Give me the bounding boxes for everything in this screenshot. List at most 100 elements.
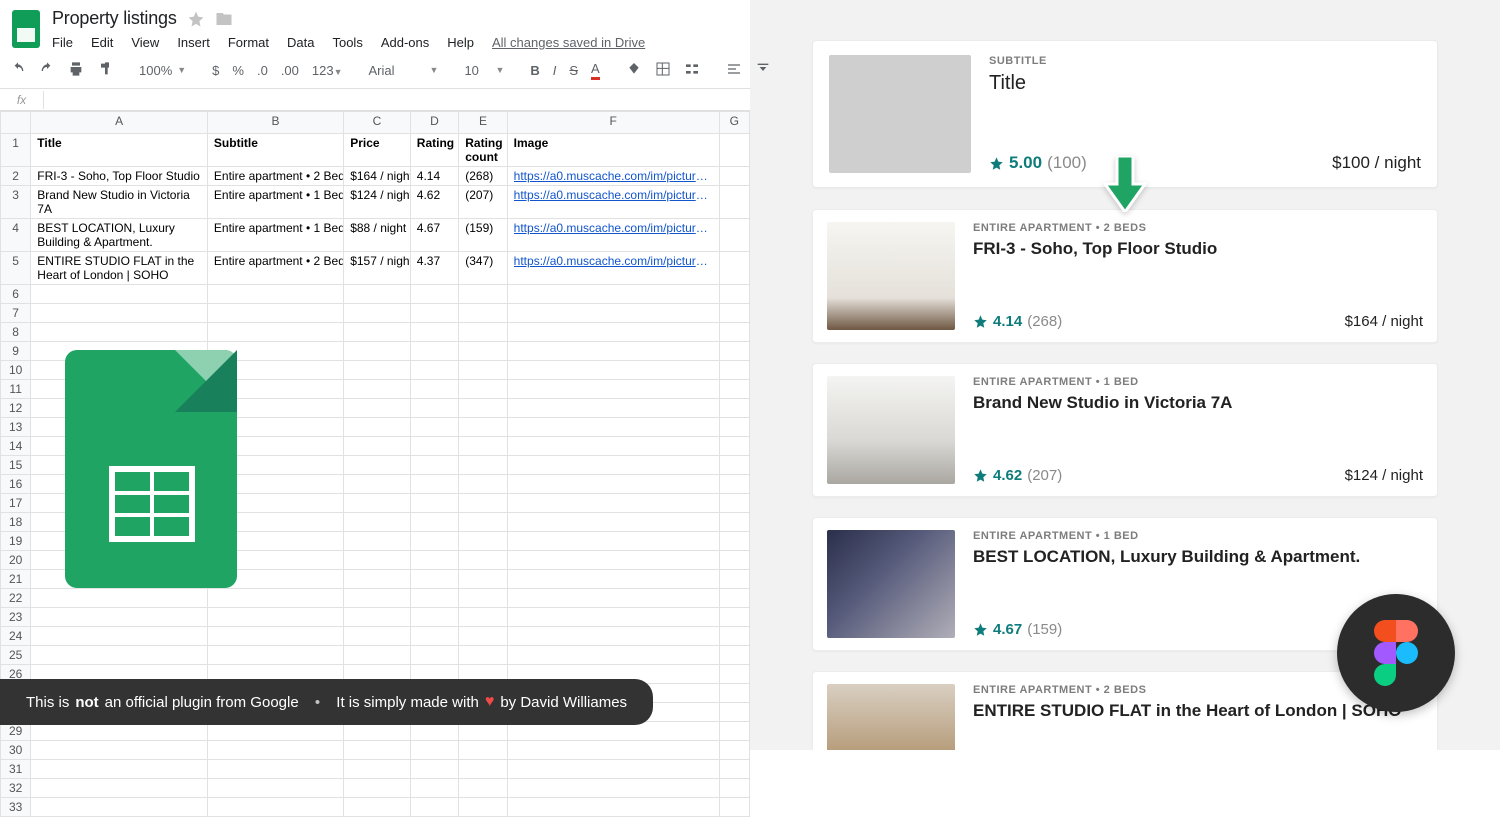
cell[interactable] (344, 418, 411, 437)
cell[interactable] (719, 684, 749, 703)
row-header[interactable]: 10 (1, 361, 31, 380)
cell[interactable]: https://a0.muscache.com/im/pictures/4399… (507, 167, 719, 186)
cell[interactable] (31, 741, 208, 760)
cell[interactable]: ENTIRE STUDIO FLAT in the Heart of Londo… (31, 252, 208, 285)
cell[interactable] (507, 551, 719, 570)
cell[interactable] (507, 285, 719, 304)
cell[interactable] (719, 779, 749, 798)
cell[interactable] (459, 342, 507, 361)
cell[interactable] (31, 798, 208, 817)
cell[interactable] (507, 361, 719, 380)
cell[interactable] (344, 494, 411, 513)
row-header[interactable]: 20 (1, 551, 31, 570)
cell[interactable] (459, 475, 507, 494)
cell[interactable] (31, 760, 208, 779)
cell[interactable] (719, 513, 749, 532)
decrease-decimal-icon[interactable]: .0 (257, 63, 268, 78)
more-formats[interactable]: 123▼ (312, 63, 343, 78)
col-header[interactable]: A (31, 112, 208, 134)
cell[interactable] (719, 570, 749, 589)
cell[interactable] (207, 779, 343, 798)
cell[interactable] (459, 589, 507, 608)
cell[interactable]: https://a0.muscache.com/im/pictures/4274… (507, 219, 719, 252)
cell[interactable] (719, 418, 749, 437)
row-header[interactable]: 15 (1, 456, 31, 475)
col-header[interactable]: F (507, 112, 719, 134)
cell[interactable] (31, 646, 208, 665)
cell[interactable] (719, 646, 749, 665)
cell[interactable] (719, 627, 749, 646)
cell[interactable] (410, 437, 458, 456)
cell[interactable] (207, 589, 343, 608)
cell[interactable] (719, 399, 749, 418)
cell[interactable] (410, 285, 458, 304)
row-header[interactable]: 22 (1, 589, 31, 608)
document-title[interactable]: Property listings (52, 8, 177, 29)
cell[interactable] (344, 380, 411, 399)
cell[interactable] (719, 252, 749, 285)
cell[interactable] (344, 342, 411, 361)
cell[interactable] (31, 589, 208, 608)
col-header[interactable]: D (410, 112, 458, 134)
cell[interactable] (507, 380, 719, 399)
cell[interactable]: $157 / night (344, 252, 411, 285)
cell[interactable] (410, 475, 458, 494)
cell[interactable] (507, 418, 719, 437)
strikethrough-icon[interactable]: S (569, 63, 578, 78)
cell[interactable]: https://a0.muscache.com/im/pictures/6934… (507, 186, 719, 219)
cell[interactable] (459, 456, 507, 475)
cell[interactable] (344, 627, 411, 646)
cell[interactable] (410, 798, 458, 817)
cell[interactable] (719, 798, 749, 817)
cell[interactable] (507, 570, 719, 589)
fill-color-icon[interactable] (626, 61, 642, 80)
cell[interactable] (507, 494, 719, 513)
cell[interactable]: https://a0.muscache.com/im/pictures/5688… (507, 252, 719, 285)
menu-file[interactable]: File (52, 35, 73, 50)
cell[interactable] (507, 342, 719, 361)
cell[interactable]: (159) (459, 219, 507, 252)
cell[interactable] (410, 760, 458, 779)
cell[interactable] (719, 703, 749, 722)
currency-format-icon[interactable]: $ (212, 63, 219, 78)
cell[interactable] (719, 134, 749, 167)
listing-card[interactable]: ENTIRE APARTMENT • 2 BEDS ENTIRE STUDIO … (812, 671, 1438, 750)
cell[interactable]: (268) (459, 167, 507, 186)
menu-addons[interactable]: Add-ons (381, 35, 429, 50)
cell[interactable] (507, 399, 719, 418)
cell[interactable] (719, 219, 749, 252)
row-header[interactable]: 14 (1, 437, 31, 456)
cell[interactable] (410, 380, 458, 399)
cell[interactable] (410, 361, 458, 380)
cell[interactable] (410, 551, 458, 570)
col-header[interactable]: C (344, 112, 411, 134)
cell[interactable] (719, 494, 749, 513)
cell[interactable] (344, 437, 411, 456)
row-header[interactable]: 3 (1, 186, 31, 219)
star-icon[interactable] (187, 10, 205, 28)
cell[interactable] (344, 589, 411, 608)
row-header[interactable]: 25 (1, 646, 31, 665)
cell[interactable]: $164 / night (344, 167, 411, 186)
cell[interactable]: Rating count (459, 134, 507, 167)
row-header[interactable]: 8 (1, 323, 31, 342)
cell[interactable] (410, 456, 458, 475)
cell[interactable] (410, 532, 458, 551)
cell[interactable] (459, 304, 507, 323)
cell[interactable] (410, 646, 458, 665)
row-header[interactable]: 16 (1, 475, 31, 494)
cell[interactable] (207, 304, 343, 323)
row-header[interactable]: 13 (1, 418, 31, 437)
row-header[interactable]: 12 (1, 399, 31, 418)
borders-icon[interactable] (655, 61, 671, 80)
cell[interactable] (459, 627, 507, 646)
cell[interactable] (459, 361, 507, 380)
cell[interactable] (31, 627, 208, 646)
cell[interactable] (459, 513, 507, 532)
cell[interactable] (719, 342, 749, 361)
cell[interactable] (410, 779, 458, 798)
cell[interactable] (459, 551, 507, 570)
cell[interactable] (719, 361, 749, 380)
cell[interactable] (410, 513, 458, 532)
cell[interactable] (459, 760, 507, 779)
